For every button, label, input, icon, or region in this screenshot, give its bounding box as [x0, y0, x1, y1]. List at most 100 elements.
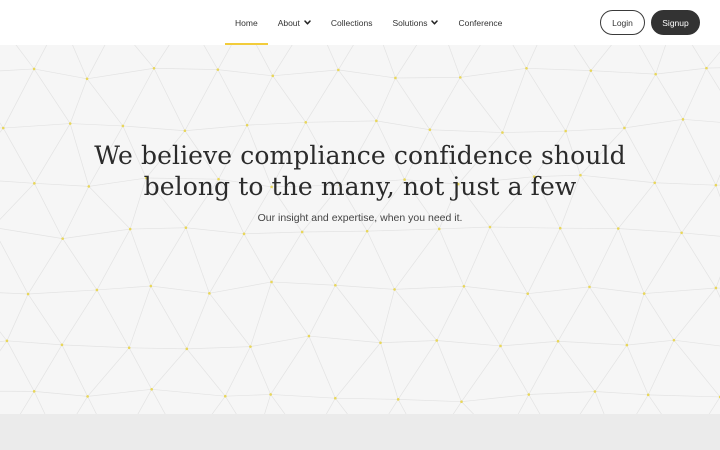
mesh-line — [528, 341, 559, 395]
mesh-line — [264, 394, 271, 414]
mesh-dot — [556, 339, 560, 343]
mesh-line — [682, 118, 720, 123]
mesh-line — [397, 340, 438, 400]
mesh-dot — [185, 347, 189, 351]
mesh-line — [512, 45, 527, 69]
mesh-line — [647, 340, 675, 395]
mesh-line — [681, 232, 717, 289]
main-nav: Home About Collections Solutions Confere… — [225, 0, 512, 45]
mesh-line — [96, 228, 131, 291]
mesh-dot — [121, 124, 125, 128]
mesh-line — [380, 340, 437, 344]
mesh-line — [33, 391, 46, 414]
mesh-line — [463, 226, 491, 287]
mesh-line — [301, 231, 336, 286]
mesh-line — [243, 233, 272, 283]
mesh-line — [0, 240, 29, 295]
mesh-line — [558, 340, 627, 346]
mesh-line — [270, 335, 310, 395]
mesh-line — [376, 77, 396, 121]
mesh-line — [489, 226, 529, 294]
hero-section: We believe compliance confidence should … — [0, 45, 720, 414]
mesh-line — [150, 285, 210, 294]
nav-item-about[interactable]: About — [268, 0, 321, 45]
mesh-line — [643, 232, 682, 294]
mesh-line — [526, 68, 566, 132]
mesh-line — [463, 285, 528, 295]
mesh-line — [624, 73, 656, 129]
mesh-dot — [428, 128, 432, 132]
nav-item-label: Collections — [330, 17, 373, 28]
auth-buttons: Login Signup — [600, 10, 700, 35]
mesh-dot — [616, 227, 620, 230]
signup-button[interactable]: Signup — [651, 10, 700, 35]
mesh-line — [429, 77, 461, 130]
mesh-line — [86, 78, 124, 127]
mesh-line — [185, 227, 210, 294]
mesh-dot — [646, 393, 650, 397]
mesh-line — [87, 396, 97, 414]
nav-item-home[interactable]: Home — [225, 0, 268, 45]
mesh-line — [272, 75, 307, 123]
hero-subtitle: Our insight and expertise, when you need… — [257, 212, 463, 224]
mesh-line — [76, 396, 88, 414]
mesh-line — [87, 67, 155, 80]
mesh-line — [61, 344, 130, 349]
mesh-line — [594, 344, 628, 392]
chevron-down-icon — [431, 19, 439, 26]
mesh-dot — [1, 126, 5, 130]
mesh-line — [225, 394, 271, 397]
mesh-line — [203, 45, 219, 70]
nav-item-solutions[interactable]: Solutions — [382, 0, 448, 45]
mesh-line — [0, 68, 35, 72]
mesh-dot — [654, 72, 657, 76]
mesh-dot — [642, 292, 646, 295]
mesh-line — [326, 45, 339, 71]
mesh-line — [151, 348, 188, 390]
mesh-line — [579, 391, 596, 414]
mesh-line — [270, 394, 286, 414]
mesh-dot — [527, 393, 531, 396]
mesh-line — [128, 347, 152, 390]
mesh-line — [380, 289, 395, 343]
mesh-line — [557, 286, 590, 342]
nav-item-collections[interactable]: Collections — [321, 0, 383, 45]
mesh-line — [270, 394, 336, 399]
login-button[interactable]: Login — [600, 10, 645, 35]
mesh-dot — [337, 68, 340, 72]
mesh-dot — [488, 225, 492, 229]
mesh-dot — [5, 339, 9, 343]
mesh-line — [436, 286, 465, 341]
triangle-mesh-background — [0, 45, 720, 414]
mesh-dot — [623, 126, 626, 130]
mesh-line — [527, 228, 561, 294]
mesh-line — [394, 285, 464, 290]
mesh-line — [382, 45, 396, 79]
mesh-line — [326, 398, 336, 414]
mesh-line — [589, 228, 619, 288]
mesh-line — [590, 70, 625, 129]
mesh-line — [3, 123, 71, 129]
mesh-line — [308, 335, 381, 344]
mesh-dot — [304, 121, 308, 124]
mesh-line — [338, 45, 354, 71]
mesh-line — [271, 281, 336, 286]
mesh-dot — [223, 394, 227, 398]
mesh-line — [589, 286, 628, 346]
mesh-line — [460, 67, 527, 78]
nav-item-conference[interactable]: Conference — [448, 0, 512, 45]
mesh-dot — [334, 396, 337, 400]
mesh-line — [565, 127, 625, 132]
mesh-line — [96, 289, 130, 348]
mesh-dot — [26, 292, 30, 296]
mesh-line — [62, 228, 131, 239]
nav-item-label: Conference — [458, 17, 503, 28]
mesh-line — [122, 125, 185, 132]
chevron-down-icon — [304, 19, 311, 26]
mesh-line — [61, 344, 88, 397]
mesh-dot — [365, 229, 369, 233]
hero-title: We believe compliance confidence should … — [0, 140, 720, 202]
mesh-line — [122, 68, 155, 127]
mesh-line — [224, 396, 237, 414]
mesh-line — [590, 45, 612, 71]
